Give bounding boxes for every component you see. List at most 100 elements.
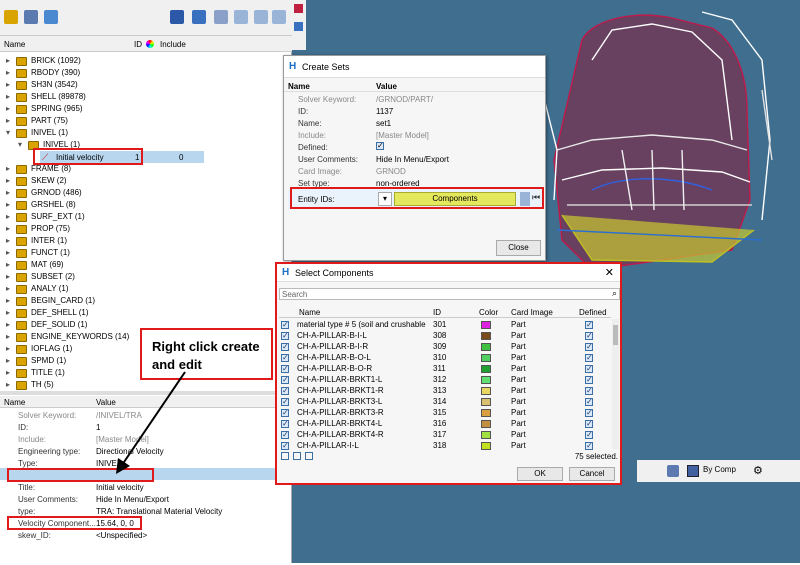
tree-row[interactable]: ▸ SURF_EXT (1): [0, 211, 290, 223]
tree-row[interactable]: ▸ ANALY (1): [0, 283, 290, 295]
set-property-row[interactable]: ID: 1137: [284, 106, 544, 117]
expand-icon[interactable]: ▸: [4, 271, 12, 283]
defined-checkbox[interactable]: [585, 418, 593, 430]
tree-row[interactable]: ▸ GRNOD (486): [0, 187, 290, 199]
defined-checkbox[interactable]: [585, 385, 593, 397]
tree-row[interactable]: ▸ BRICK (1092): [0, 55, 290, 67]
settings-icon[interactable]: ⚙: [753, 464, 763, 477]
component-row[interactable]: CH-A-PILLAR-I-L 318 Part: [279, 440, 609, 452]
select-cursor-icon[interactable]: [214, 10, 228, 24]
expand-icon[interactable]: ▸: [4, 247, 12, 259]
col-include[interactable]: Include: [160, 40, 186, 49]
layers-icon[interactable]: [294, 4, 303, 13]
tree-row[interactable]: ▸ RBODY (390): [0, 67, 290, 79]
tree-row[interactable]: ▾ INIVEL (1): [0, 127, 290, 139]
expand-icon[interactable]: ▸: [4, 187, 12, 199]
expand-icon[interactable]: ▸: [4, 163, 12, 175]
component-row[interactable]: CH-A-PILLAR-BRKT1-R 313 Part: [279, 385, 609, 397]
expand-icon[interactable]: ▸: [4, 199, 12, 211]
row-checkbox[interactable]: [281, 407, 289, 419]
row-checkbox[interactable]: [281, 440, 289, 452]
cube-view-icon[interactable]: [667, 465, 679, 477]
expand-icon[interactable]: ▸: [4, 343, 12, 355]
expand-icon[interactable]: ▸: [4, 235, 12, 247]
component-row[interactable]: CH-A-PILLAR-B-I-L 308 Part: [279, 330, 609, 342]
row-checkbox[interactable]: [281, 429, 289, 441]
component-row[interactable]: material type # 5 (soil and crushable f 3…: [279, 319, 609, 331]
component-row[interactable]: CH-A-PILLAR-B-O-R 311 Part: [279, 363, 609, 375]
expand-icon[interactable]: ▸: [4, 319, 12, 331]
reverse-selection-icon[interactable]: [305, 452, 313, 460]
tree-row[interactable]: ▸ SKEW (2): [0, 175, 290, 187]
expand-icon[interactable]: ▸: [4, 259, 12, 271]
tree-row[interactable]: ▸ DEF_SHELL (1): [0, 307, 290, 319]
row-checkbox[interactable]: [281, 385, 289, 397]
defined-checkbox[interactable]: ✓: [376, 142, 384, 150]
expand-icon[interactable]: ▸: [4, 223, 12, 235]
tree-row[interactable]: ▸ SUBSET (2): [0, 271, 290, 283]
property-row[interactable]: Title: Initial velocity: [0, 482, 290, 493]
col-defined[interactable]: Defined: [579, 308, 607, 317]
row-checkbox[interactable]: [281, 363, 289, 375]
col-id[interactable]: ID: [433, 308, 441, 317]
expand-icon[interactable]: ▸: [4, 211, 12, 223]
component-view-icon[interactable]: [170, 10, 184, 24]
tree-row[interactable]: ▸ MAT (69): [0, 259, 290, 271]
search-input[interactable]: Search ⌕: [279, 288, 620, 300]
defined-checkbox[interactable]: [585, 396, 593, 408]
component-row[interactable]: CH-A-PILLAR-BRKT1-L 312 Part: [279, 374, 609, 386]
tree-row[interactable]: ▸ SPRING (965): [0, 103, 290, 115]
select-none-icon[interactable]: [293, 452, 301, 460]
expand-icon[interactable]: ▸: [4, 367, 12, 379]
expand-icon[interactable]: ▸: [4, 355, 12, 367]
tree-row[interactable]: ▸ SH3N (3542): [0, 79, 290, 91]
expand-icon[interactable]: ▸: [4, 175, 12, 187]
expand-icon[interactable]: ▸: [4, 103, 12, 115]
defined-checkbox[interactable]: [585, 374, 593, 386]
set-property-row[interactable]: Name: set1: [284, 118, 544, 129]
col-name[interactable]: Name: [299, 308, 320, 317]
set-property-row[interactable]: Defined:: [284, 142, 544, 153]
tree-row[interactable]: ▸ GRSHEL (8): [0, 199, 290, 211]
component-row[interactable]: CH-A-PILLAR-BRKT3-L 314 Part: [279, 396, 609, 408]
folder-icon[interactable]: [4, 10, 18, 24]
component-row[interactable]: CH-A-PILLAR-BRKT4-L 316 Part: [279, 418, 609, 430]
defined-checkbox[interactable]: [585, 429, 593, 441]
expand-icon[interactable]: ▸: [4, 115, 12, 127]
col-name[interactable]: Name: [4, 40, 25, 49]
row-checkbox[interactable]: [281, 374, 289, 386]
cancel-button[interactable]: Cancel: [569, 467, 615, 481]
isolate-icon[interactable]: [272, 10, 286, 24]
col-color[interactable]: Color: [479, 308, 498, 317]
tree-row[interactable]: ▸ SHELL (89878): [0, 91, 290, 103]
select-all-icon[interactable]: [281, 452, 289, 460]
set-property-row[interactable]: Solver Keyword: /GRNOD/PART/: [284, 94, 544, 105]
expand-icon[interactable]: ▸: [4, 55, 12, 67]
row-checkbox[interactable]: [281, 341, 289, 353]
tree-row[interactable]: ▸ FUNCT (1): [0, 247, 290, 259]
display-mode-icon[interactable]: [192, 10, 206, 24]
expand-icon[interactable]: ▸: [4, 79, 12, 91]
tree-row[interactable]: ▸ PART (75): [0, 115, 290, 127]
col-id[interactable]: ID: [134, 40, 142, 49]
defined-checkbox[interactable]: [585, 341, 593, 353]
defined-checkbox[interactable]: [585, 440, 593, 452]
search-icon[interactable]: ⌕: [612, 288, 617, 299]
defined-checkbox[interactable]: [585, 407, 593, 419]
defined-checkbox[interactable]: [585, 363, 593, 375]
expand-icon[interactable]: ▸: [4, 67, 12, 79]
row-checkbox[interactable]: [281, 319, 289, 331]
collapse-icon[interactable]: ▾: [4, 127, 12, 139]
color-by-dropdown[interactable]: By Comp: [703, 465, 736, 474]
expand-icon[interactable]: ▸: [4, 307, 12, 319]
defined-checkbox[interactable]: [585, 319, 593, 331]
row-checkbox[interactable]: [281, 418, 289, 430]
close-button[interactable]: Close: [496, 240, 541, 256]
tree-row[interactable]: ▸ BEGIN_CARD (1): [0, 295, 290, 307]
expand-icon[interactable]: ▸: [4, 379, 12, 391]
component-row[interactable]: CH-A-PILLAR-B-O-L 310 Part: [279, 352, 609, 364]
expand-icon[interactable]: ▸: [4, 295, 12, 307]
defined-checkbox[interactable]: [585, 352, 593, 364]
component-row[interactable]: CH-A-PILLAR-BRKT4-R 317 Part: [279, 429, 609, 441]
component-row[interactable]: CH-A-PILLAR-B-I-R 309 Part: [279, 341, 609, 353]
